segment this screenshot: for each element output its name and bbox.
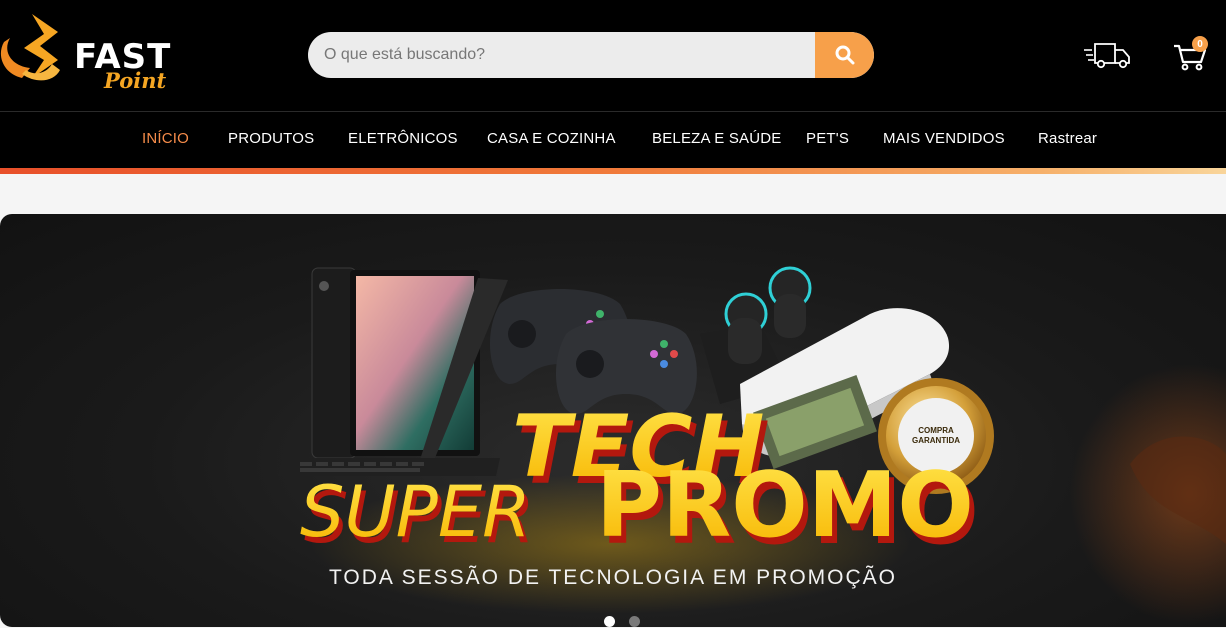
- logo-icon: [0, 14, 60, 81]
- tablet-image: [278, 267, 508, 476]
- search-icon: [835, 45, 854, 65]
- carousel-dot-2[interactable]: [629, 616, 640, 627]
- carousel-dot-1[interactable]: [604, 616, 615, 627]
- nav-item-mais-vendidos[interactable]: MAIS VENDIDOS: [883, 130, 1005, 147]
- nav-item-pets[interactable]: PET'S: [806, 130, 849, 147]
- promo-banner[interactable]: TECH TECH SUPER SUPER PROMO PROMO COMPRA…: [0, 214, 1226, 627]
- nav-accent-bar: [0, 168, 1226, 174]
- header: FAST Point 0: [0, 0, 1226, 111]
- truck-icon[interactable]: [1084, 40, 1132, 70]
- nav-item-inicio[interactable]: INÍCIO: [142, 130, 189, 147]
- headline-super-text: SUPER: [300, 471, 531, 553]
- banner-subtitle: TODA SESSÃO DE TECNOLOGIA EM PROMOÇÃO: [328, 566, 897, 589]
- nav-item-rastrear[interactable]: Rastrear: [1038, 130, 1097, 147]
- nav-item-eletronicos[interactable]: ELETRÔNICOS: [348, 130, 458, 147]
- search-bar: [308, 32, 874, 78]
- cart-count-badge: 0: [1192, 36, 1208, 52]
- search-button[interactable]: [815, 32, 874, 78]
- nav-item-produtos[interactable]: PRODUTOS: [228, 130, 314, 147]
- nav-item-casa-e-cozinha[interactable]: CASA E COZINHA: [487, 130, 616, 147]
- guarantee-badge-text: COMPRA GARANTIDA: [912, 426, 960, 445]
- main-nav: INÍCIO PRODUTOS ELETRÔNICOS CASA E COZIN…: [0, 111, 1226, 168]
- nav-item-beleza-e-saude[interactable]: BELEZA E SAÚDE: [652, 130, 782, 147]
- carousel-dots: [604, 616, 644, 628]
- logo-text-point: Point: [104, 68, 167, 93]
- headline-promo-text: PROMO: [596, 453, 974, 558]
- logo[interactable]: FAST Point: [0, 12, 200, 96]
- search-input[interactable]: [308, 32, 816, 78]
